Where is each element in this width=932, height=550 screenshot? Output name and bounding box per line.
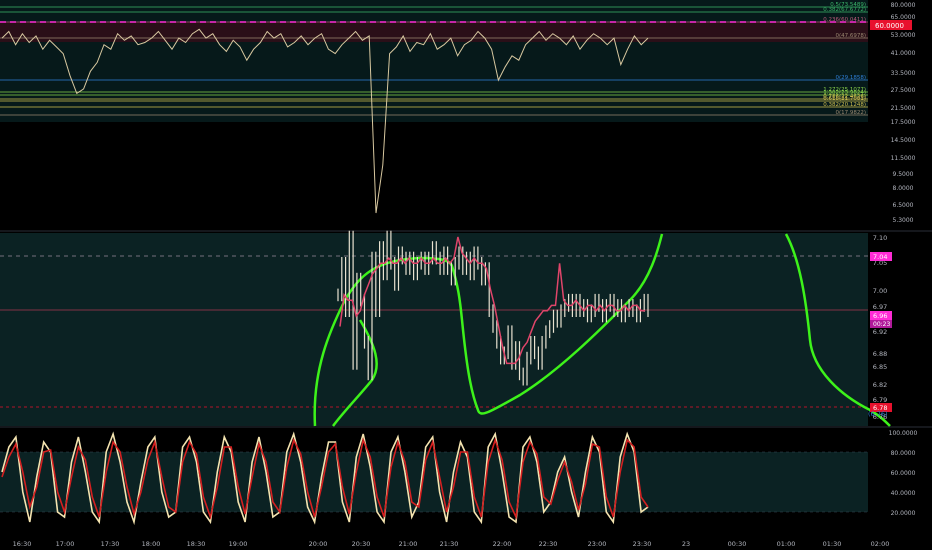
time-label: 20:30 (352, 540, 371, 548)
time-label: 22:00 (493, 540, 512, 548)
time-label: 17:30 (101, 540, 120, 548)
middle-pane-ytick: 6.88 (873, 350, 887, 358)
time-label: 23:30 (633, 540, 652, 548)
top-pane-ytick: 17.5000 (891, 119, 916, 126)
time-label: 18:00 (142, 540, 161, 548)
middle-pane[interactable]: 7.107.057.006.976.926.886.856.826.796.76… (0, 230, 892, 427)
top-pane-ytick: 80.0000 (891, 2, 916, 9)
time-label: 00:30 (728, 540, 747, 548)
fib-level-label: 0.382(20.1248) (823, 102, 866, 108)
top-pane-ytick: 33.5000 (891, 70, 916, 77)
top-pane-ytick: 14.5000 (891, 137, 916, 144)
time-label: 02:00 (871, 540, 890, 548)
fib-level-label: 0.236(60.0411) (823, 17, 866, 23)
top-pane-ytick: 41.0000 (891, 50, 916, 57)
blue-level-label: (6.76) (868, 410, 888, 418)
top-pane-ytick: 27.5000 (891, 87, 916, 94)
top-pane-ytick: 5.3000 (893, 217, 914, 224)
time-label: 20:00 (309, 540, 328, 548)
time-label: 23:00 (588, 540, 607, 548)
middle-pane-zone (0, 233, 868, 426)
time-label: 21:30 (440, 540, 459, 548)
price-tag-current-text: 6.96 (873, 312, 887, 320)
top-pane-ytick: 53.0000 (891, 32, 916, 39)
middle-pane-ytick: 6.97 (873, 303, 887, 311)
top-pane-red-zone (0, 22, 868, 42)
bottom-pane-ytick: 40.0000 (891, 490, 916, 497)
middle-pane-ytick: 6.82 (873, 381, 887, 389)
oscillator-band (0, 452, 868, 512)
fib-level-label: 0(29.1858) (835, 75, 866, 81)
time-label: 22:30 (539, 540, 558, 548)
price-tag-top-text: 7.04 (873, 253, 887, 261)
top-pane-ytick: 21.5000 (891, 105, 916, 112)
trading-chart[interactable]: 0.5(73.5489)0.382(67.6772)0.236(60.0411)… (0, 0, 932, 550)
bottom-pane-ytick: 80.0000 (891, 450, 916, 457)
time-label: 21:00 (399, 540, 418, 548)
top-pane-ytick: 6.5000 (893, 202, 914, 209)
middle-pane-ytick: 7.00 (873, 287, 887, 295)
fib-level-label: 0(17.9822) (835, 110, 866, 116)
middle-pane-ytick: 6.85 (873, 363, 887, 371)
middle-pane-ytick: 6.92 (873, 328, 887, 336)
top-pane-ytick: 8.0000 (893, 185, 914, 192)
time-label: 17:00 (56, 540, 75, 548)
time-label: 18:30 (187, 540, 206, 548)
countdown-tag-text: 00:23 (873, 321, 890, 328)
top-pane-ytick: 65.0000 (891, 14, 916, 21)
time-label: 01:30 (823, 540, 842, 548)
top-pane-zone (0, 0, 868, 122)
fib-level-label: 0(47.6978) (835, 33, 866, 39)
time-label: 16:30 (13, 540, 32, 548)
fib-level-label: 0.382(67.6772) (823, 7, 866, 13)
time-label: 01:00 (777, 540, 796, 548)
current-value-tag-text: 60.0000 (875, 22, 904, 30)
middle-pane-ytick: 6.79 (873, 396, 887, 404)
time-label: 23 (682, 540, 690, 548)
top-pane-ytick: 9.5000 (893, 171, 914, 178)
bottom-pane-ytick: 100.0000 (889, 430, 918, 437)
time-label: 19:00 (229, 540, 248, 548)
top-pane-ytick: 11.5000 (891, 155, 916, 162)
bottom-pane-ytick: 20.0000 (891, 510, 916, 517)
middle-pane-ytick: 7.10 (873, 234, 887, 242)
bottom-pane-ytick: 60.0000 (891, 470, 916, 477)
